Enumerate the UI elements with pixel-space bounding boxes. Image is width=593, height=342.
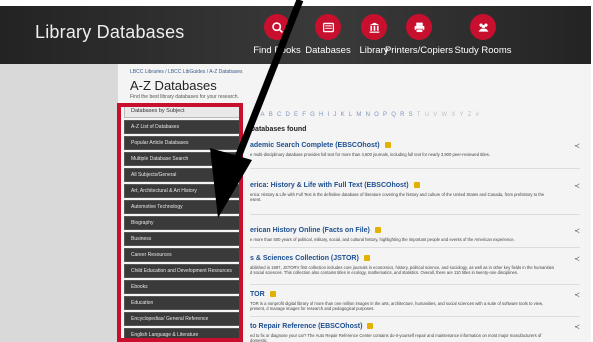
nav-label: Study Rooms xyxy=(454,45,512,56)
lock-icon xyxy=(363,255,370,262)
nav-study-rooms[interactable]: Study Rooms xyxy=(448,14,518,56)
sidebar-item[interactable]: A-Z List of Databases xyxy=(124,120,240,134)
alphabet-letter[interactable]: Q xyxy=(391,112,400,118)
divider xyxy=(250,247,580,248)
sidebar-item[interactable]: Biography xyxy=(124,216,240,230)
share-icon[interactable]: ≺ xyxy=(574,142,580,150)
alphabet-letter[interactable]: Y xyxy=(460,112,468,118)
sidebar-item[interactable]: Ebooks xyxy=(124,280,240,294)
sidebar-item[interactable]: Business xyxy=(124,232,240,246)
alphabet-letter[interactable]: G xyxy=(310,112,319,118)
sidebar-heading: Databases by Subject xyxy=(124,104,240,118)
share-icon[interactable]: ≺ xyxy=(574,323,580,331)
divider xyxy=(250,168,580,169)
sidebar-item[interactable]: Child Education and Development Resource… xyxy=(124,264,240,278)
database-entry: to Repair Reference (EBSCOhost) ed to fi… xyxy=(250,323,580,342)
share-icon[interactable]: ≺ xyxy=(574,227,580,235)
site-title: Library Databases xyxy=(35,22,185,42)
alphabet-letter[interactable]: Z xyxy=(468,112,476,118)
page-title: A-Z Databases xyxy=(130,78,217,93)
sidebar-item[interactable]: Encyclopedias/ General Reference xyxy=(124,312,240,326)
alphabet-letter[interactable]: K xyxy=(341,112,349,118)
lock-icon xyxy=(413,182,420,189)
share-icon[interactable]: ≺ xyxy=(574,255,580,263)
sidebar-item[interactable]: Education xyxy=(124,296,240,310)
sidebar-item[interactable]: Popular Article Databases xyxy=(124,136,240,150)
nav-label: Printers/Copiers xyxy=(384,45,454,56)
alphabet-letter[interactable]: B xyxy=(269,112,277,118)
alphabet-letter[interactable]: C xyxy=(277,112,286,118)
alphabet-letter[interactable]: X xyxy=(451,112,459,118)
lock-icon xyxy=(367,323,374,330)
share-icon[interactable]: ≺ xyxy=(574,182,580,190)
nav-printers-copiers[interactable]: Printers/Copiers xyxy=(384,14,454,56)
alphabet-letter[interactable]: W xyxy=(441,112,451,118)
database-description: e more than 500 years of political, mili… xyxy=(250,237,515,242)
database-link[interactable]: to Repair Reference (EBSCOhost) xyxy=(250,323,362,330)
database-entry: erica: History & Life with Full Text (EB… xyxy=(250,182,580,202)
alphabet-letter[interactable]: N xyxy=(366,112,375,118)
search-icon xyxy=(264,14,290,40)
page-subtitle: Find the best library databases for your… xyxy=(130,94,239,100)
sidebar-item[interactable]: Career Resources xyxy=(124,248,240,262)
subject-sidebar: Databases by Subject A-Z List of Databas… xyxy=(124,104,240,342)
sidebar-item[interactable]: All Subjects/General xyxy=(124,168,240,182)
alphabet-letter[interactable]: F xyxy=(302,112,310,118)
lock-icon xyxy=(374,227,381,234)
printer-icon xyxy=(406,14,432,40)
database-description: e multi-disciplinary database provides f… xyxy=(250,152,490,157)
sidebar-item[interactable]: Multiple Database Search xyxy=(124,152,240,166)
database-description: erica: History & Life with Full Text is … xyxy=(250,192,545,203)
alphabet-letter[interactable]: J xyxy=(333,112,340,118)
people-icon xyxy=(470,14,496,40)
alphabet-letter[interactable]: # xyxy=(253,112,261,118)
database-link[interactable]: erica: History & Life with Full Text (EB… xyxy=(250,182,409,189)
database-link[interactable]: TOR xyxy=(250,291,265,298)
database-description: TOR is a nonprofit digital library of mo… xyxy=(250,301,543,312)
database-entry: erican History Online (Facts on File) e … xyxy=(250,227,580,242)
results-heading: Databases found xyxy=(250,126,307,133)
database-icon xyxy=(315,14,341,40)
share-icon[interactable]: ≺ xyxy=(574,291,580,299)
sidebar-item[interactable]: Automotive Technology xyxy=(124,200,240,214)
alphabet-letter[interactable]: T xyxy=(417,112,425,118)
lock-icon xyxy=(269,291,276,298)
alphabet-letter[interactable]: D xyxy=(286,112,295,118)
alphabet-letter[interactable]: # xyxy=(476,112,484,118)
database-entry: s & Sciences Collection (JSTOR) ablished… xyxy=(250,255,580,275)
alphabet-letter[interactable]: A xyxy=(261,112,269,118)
alphabet-letter[interactable]: S xyxy=(409,112,417,118)
database-description: ablished in 1997, JSTOR's first collecti… xyxy=(250,265,555,276)
divider xyxy=(250,284,580,285)
database-link[interactable]: erican History Online (Facts on File) xyxy=(250,227,370,234)
alphabet-letter[interactable]: R xyxy=(400,112,409,118)
sidebar-item[interactable]: Art, Architectural & Art History xyxy=(124,184,240,198)
left-gutter xyxy=(0,64,118,342)
database-link[interactable]: ademic Search Complete (EBSCOhost) xyxy=(250,142,380,149)
alphabet-filter[interactable]: #ABCDEFGHIJKLMNOPQRSTUVWXYZ# xyxy=(253,112,483,118)
divider xyxy=(250,316,580,317)
alphabet-letter[interactable]: U xyxy=(425,112,434,118)
page-content: LBCC Libraries / LBCC LibGuides / A-Z Da… xyxy=(0,64,593,342)
database-link[interactable]: s & Sciences Collection (JSTOR) xyxy=(250,255,359,262)
sidebar-item[interactable]: English Language & Literature xyxy=(124,328,240,342)
breadcrumb[interactable]: LBCC Libraries / LBCC LibGuides / A-Z Da… xyxy=(130,69,243,75)
alphabet-letter[interactable]: O xyxy=(374,112,383,118)
site-header: Library Databases Find Books Databases L… xyxy=(0,6,593,64)
divider xyxy=(250,214,580,215)
lock-icon xyxy=(384,142,391,149)
alphabet-letter[interactable]: P xyxy=(383,112,391,118)
alphabet-letter[interactable]: H xyxy=(319,112,328,118)
database-entry: TOR TOR is a nonprofit digital library o… xyxy=(250,291,580,311)
database-entry: ademic Search Complete (EBSCOhost) e mul… xyxy=(250,142,580,157)
alphabet-letter[interactable]: M xyxy=(356,112,365,118)
database-description: ed to fix or diagnose your car? The Auto… xyxy=(250,333,542,342)
